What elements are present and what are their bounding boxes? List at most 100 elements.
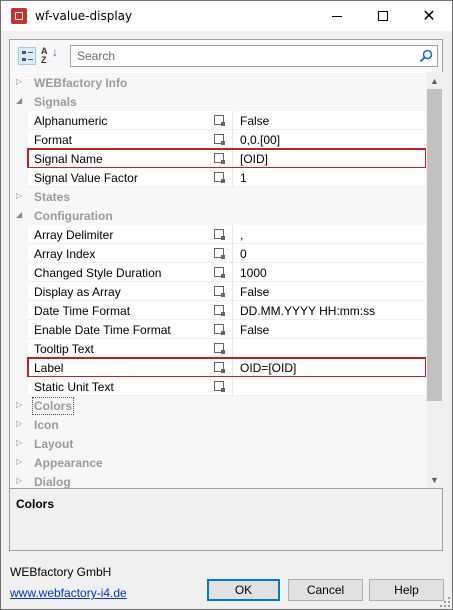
expand-triangle-icon[interactable]: ▷ <box>16 191 26 201</box>
minimize-icon <box>332 15 342 17</box>
property-row[interactable]: Enable Date Time Format False <box>10 320 426 339</box>
edit-icon[interactable] <box>214 286 225 297</box>
row-gutter <box>10 168 28 187</box>
property-row[interactable]: Date Time Format DD.MM.YYYY HH:mm:ss <box>10 301 426 320</box>
row-gutter <box>10 111 28 130</box>
edit-icon[interactable] <box>214 134 225 145</box>
property-grid: A Z ↓ ▷ WEBfactory Info ◢ Signals Alphanumer… <box>9 39 443 551</box>
vertical-scrollbar[interactable]: ▲ ▼ <box>426 72 443 488</box>
property-name: Alphanumeric <box>34 114 108 128</box>
edit-icon[interactable] <box>214 248 225 259</box>
row-gutter <box>10 339 28 358</box>
property-row[interactable]: Tooltip Text <box>10 339 426 358</box>
expand-triangle-icon[interactable]: ▷ <box>16 77 26 87</box>
edit-icon[interactable] <box>214 153 225 164</box>
edit-icon[interactable] <box>214 381 225 392</box>
search-box[interactable] <box>70 45 438 67</box>
edit-icon[interactable] <box>214 229 225 240</box>
category-label: Colors <box>31 397 75 415</box>
row-gutter <box>10 358 28 377</box>
column-divider <box>232 149 233 168</box>
property-value[interactable]: 1000 <box>240 266 267 280</box>
search-input[interactable] <box>71 46 411 66</box>
alphabetical-sort-button[interactable]: A Z ↓ <box>40 46 60 66</box>
property-value[interactable]: False <box>240 114 269 128</box>
edit-icon[interactable] <box>214 305 225 316</box>
edit-icon[interactable] <box>214 324 225 335</box>
cancel-button[interactable]: Cancel <box>288 579 363 601</box>
property-row[interactable]: Array Index 0 <box>10 244 426 263</box>
scroll-down-button[interactable]: ▼ <box>426 471 443 488</box>
collapse-triangle-icon[interactable]: ◢ <box>16 96 26 106</box>
property-row[interactable]: Signal Name [OID] <box>10 149 426 168</box>
property-grid-toolbar: A Z ↓ <box>10 40 442 72</box>
property-value[interactable]: False <box>240 285 269 299</box>
expand-triangle-icon[interactable]: ▷ <box>16 438 26 448</box>
property-row[interactable]: Array Delimiter, <box>10 225 426 244</box>
description-panel: Colors <box>10 488 442 550</box>
property-name: Changed Style Duration <box>34 266 162 280</box>
category-row[interactable]: ◢ Configuration <box>10 206 426 225</box>
property-name: Date Time Format <box>34 304 131 318</box>
dialog-window: wf-value-display ✕ A Z ↓ Search ▷ WEBfac… <box>0 0 453 610</box>
property-row[interactable]: Signal Value Factor 1 <box>10 168 426 187</box>
expand-triangle-icon[interactable]: ▷ <box>16 457 26 467</box>
category-row[interactable]: ▷ Icon <box>10 415 426 434</box>
property-value[interactable]: 0 <box>240 247 247 261</box>
scroll-up-button[interactable]: ▲ <box>426 72 443 89</box>
property-value[interactable]: 1 <box>240 171 247 185</box>
chevron-down-icon: ▼ <box>430 474 439 485</box>
row-gutter <box>10 130 28 149</box>
property-row[interactable]: Label OID=[OID] <box>10 358 426 377</box>
expand-triangle-icon[interactable]: ▷ <box>16 476 26 486</box>
scrollbar-thumb[interactable] <box>427 89 442 401</box>
collapse-triangle-icon[interactable]: ◢ <box>16 210 26 220</box>
category-row[interactable]: ▷ Appearance <box>10 453 426 472</box>
property-value[interactable]: 0,0.[00] <box>240 133 280 147</box>
maximize-button[interactable] <box>360 1 406 31</box>
title-bar[interactable]: wf-value-display ✕ <box>1 1 452 31</box>
category-row[interactable]: ▷ WEBfactory Info <box>10 73 426 92</box>
column-divider <box>232 320 233 339</box>
category-row[interactable]: ▷ States <box>10 187 426 206</box>
expand-triangle-icon[interactable]: ▷ <box>16 419 26 429</box>
edit-icon[interactable] <box>214 267 225 278</box>
row-gutter <box>10 282 28 301</box>
property-name: Array Index <box>34 247 96 261</box>
property-value[interactable]: [OID] <box>240 152 268 166</box>
property-row[interactable]: Format 0,0.[00] <box>10 130 426 149</box>
categorized-view-button[interactable] <box>18 47 36 65</box>
ok-button[interactable]: OK <box>207 579 280 601</box>
category-label: States <box>34 190 71 204</box>
column-divider <box>232 358 233 377</box>
edit-icon[interactable] <box>214 343 225 354</box>
property-value[interactable]: False <box>240 323 269 337</box>
property-row[interactable]: Static Unit Text <box>10 377 426 396</box>
resize-grip-icon[interactable] <box>440 597 450 607</box>
edit-icon[interactable] <box>214 362 225 373</box>
property-row[interactable]: Changed Style Duration 1000 <box>10 263 426 282</box>
category-row[interactable]: ▷ Dialog <box>10 472 426 488</box>
help-button[interactable]: Help <box>369 579 444 601</box>
maximize-icon <box>378 11 388 21</box>
company-name: WEBfactory GmbH <box>10 565 112 579</box>
row-gutter <box>10 301 28 320</box>
category-row[interactable]: ▷ Layout <box>10 434 426 453</box>
edit-icon[interactable] <box>214 115 225 126</box>
property-value[interactable]: OID=[OID] <box>240 361 296 375</box>
website-link[interactable]: www.webfactory-i4.de <box>10 586 127 600</box>
category-label: Dialog <box>34 475 71 488</box>
property-value[interactable]: DD.MM.YYYY HH:mm:ss <box>240 304 375 318</box>
close-button[interactable]: ✕ <box>406 1 452 31</box>
column-divider <box>232 301 233 320</box>
expand-triangle-icon[interactable]: ▷ <box>16 400 26 410</box>
minimize-button[interactable] <box>314 1 360 31</box>
category-row[interactable]: ▷ Colors <box>10 396 426 415</box>
row-gutter <box>10 377 28 396</box>
search-icon[interactable] <box>419 49 433 63</box>
property-row[interactable]: Alphanumeric False <box>10 111 426 130</box>
category-row[interactable]: ◢ Signals <box>10 92 426 111</box>
edit-icon[interactable] <box>214 172 225 183</box>
property-value[interactable]: , <box>240 228 243 242</box>
property-row[interactable]: Display as Array False <box>10 282 426 301</box>
